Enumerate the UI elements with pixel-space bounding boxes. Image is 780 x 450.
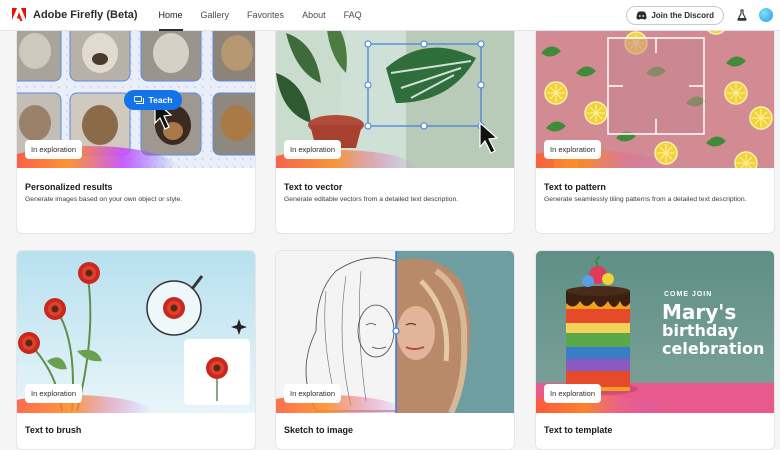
card-title: Text to vector bbox=[284, 182, 343, 192]
card-description: Generate seamlessly tiling patterns from… bbox=[544, 196, 747, 203]
status-badge: In exploration bbox=[25, 140, 83, 159]
card-personalized-results[interactable]: Teach In exploration Personalized result… bbox=[16, 12, 256, 234]
join-discord-label: Join the Discord bbox=[651, 10, 714, 20]
flask-icon[interactable] bbox=[736, 9, 748, 21]
card-title: Text to pattern bbox=[544, 182, 606, 192]
status-badge: In exploration bbox=[544, 140, 602, 159]
nav-home[interactable]: Home bbox=[150, 0, 192, 31]
nav-favorites[interactable]: Favorites bbox=[238, 0, 293, 31]
card-title: Personalized results bbox=[25, 182, 113, 192]
main-nav: Home Gallery Favorites About FAQ bbox=[150, 0, 371, 31]
teach-label: Teach bbox=[148, 95, 173, 105]
discord-icon bbox=[636, 10, 647, 20]
join-discord-button[interactable]: Join the Discord bbox=[626, 5, 724, 25]
status-badge: In exploration bbox=[284, 384, 342, 403]
user-avatar[interactable] bbox=[759, 8, 773, 22]
card-text-to-vector[interactable]: In exploration Text to vector Generate e… bbox=[275, 12, 515, 234]
template-text-line3: birthday bbox=[662, 321, 739, 340]
status-badge: In exploration bbox=[25, 384, 83, 403]
card-text-to-pattern[interactable]: In exploration Text to pattern Generate … bbox=[535, 12, 775, 234]
status-badge: In exploration bbox=[284, 140, 342, 159]
teach-button[interactable]: Teach bbox=[124, 90, 182, 110]
template-text-line4: celebration bbox=[662, 339, 765, 358]
nav-about[interactable]: About bbox=[293, 0, 335, 31]
top-navigation-bar: Adobe Firefly (Beta) Home Gallery Favori… bbox=[0, 0, 780, 31]
brand-name: Adobe Firefly (Beta) bbox=[33, 9, 138, 21]
card-title: Sketch to image bbox=[284, 425, 354, 435]
card-description: Generate editable vectors from a detaile… bbox=[284, 196, 459, 203]
template-text-line1: Come join bbox=[664, 291, 713, 298]
card-text-to-template[interactable]: Come join Mary's birthday celebration In… bbox=[535, 250, 775, 450]
card-sketch-to-image[interactable]: In exploration Sketch to image bbox=[275, 250, 515, 450]
teach-icon bbox=[133, 96, 144, 104]
template-text-line2: Mary's bbox=[662, 300, 737, 324]
card-title: Text to template bbox=[544, 425, 613, 435]
card-title: Text to brush bbox=[25, 425, 82, 435]
card-text-to-brush[interactable]: In exploration Text to brush bbox=[16, 250, 256, 450]
nav-faq[interactable]: FAQ bbox=[335, 0, 371, 31]
brand[interactable]: Adobe Firefly (Beta) bbox=[12, 8, 138, 22]
status-badge: In exploration bbox=[544, 384, 602, 403]
nav-gallery[interactable]: Gallery bbox=[192, 0, 239, 31]
adobe-logo-icon bbox=[12, 8, 26, 21]
card-description: Generate images based on your own object… bbox=[25, 196, 183, 203]
